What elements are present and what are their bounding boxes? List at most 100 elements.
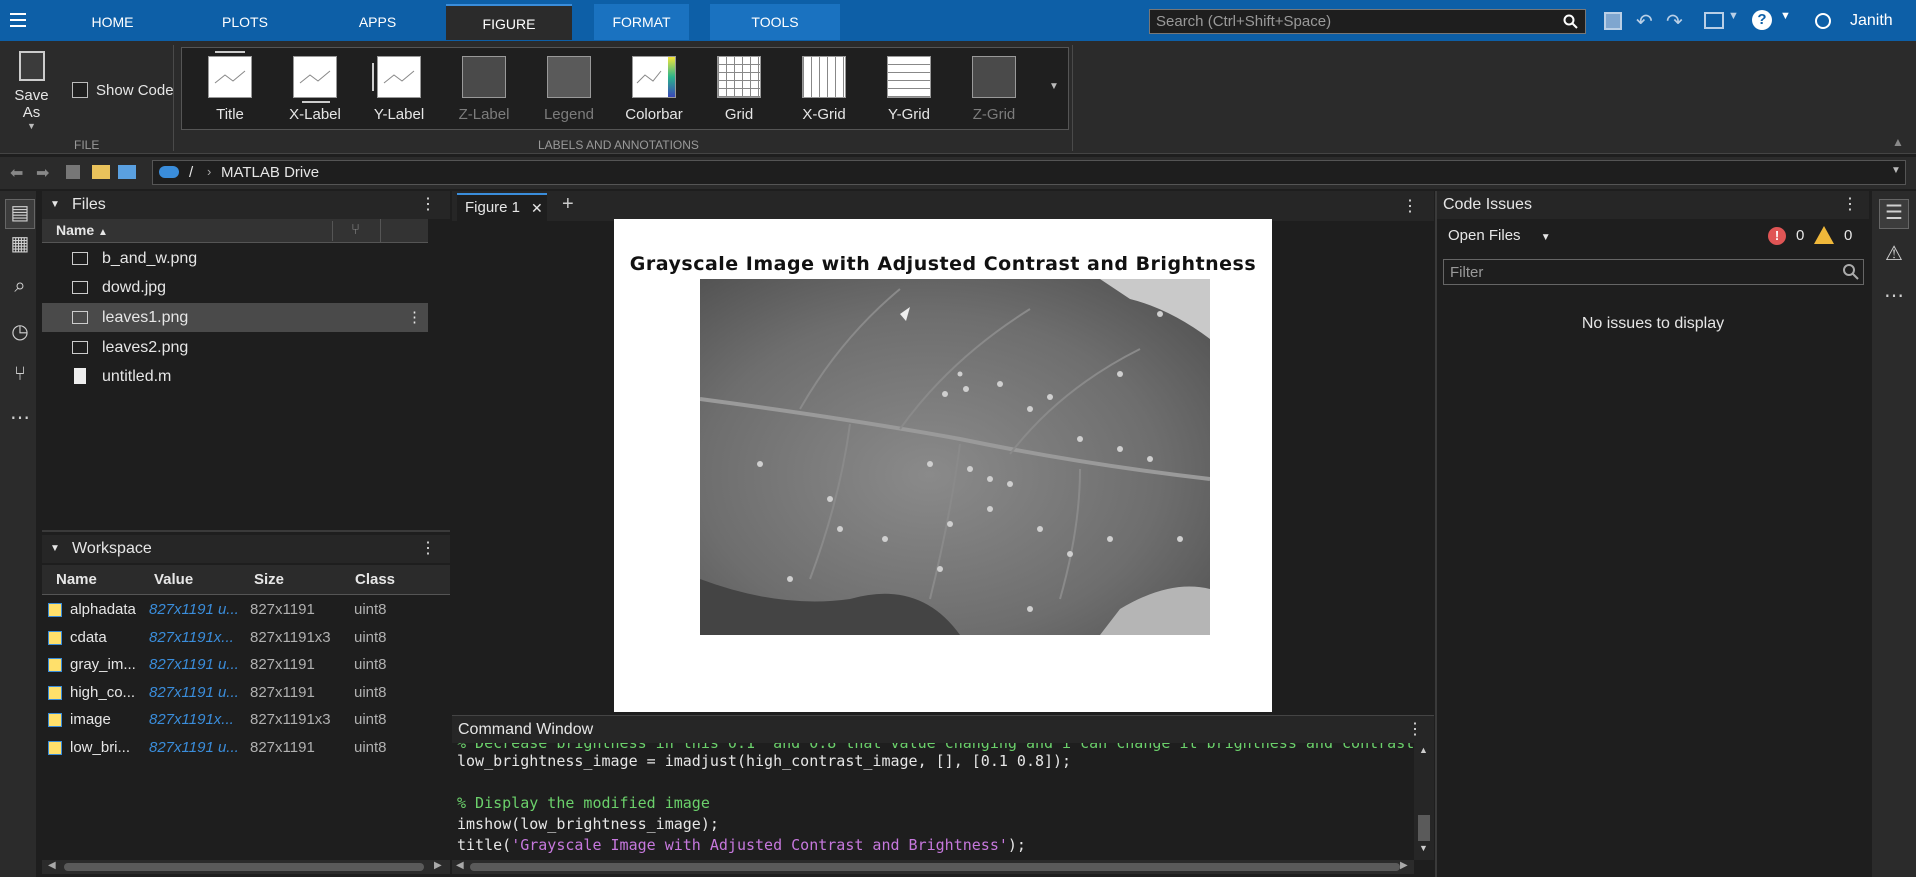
chevron-down-icon[interactable]: ▼	[1891, 165, 1901, 176]
more-icon[interactable]: ⋯	[1879, 283, 1909, 313]
z-grid-button[interactable]: Z-Grid	[952, 56, 1036, 123]
workspace-row[interactable]: image 827x1191x... 827x1191x3 uint8	[42, 706, 450, 734]
panel-menu-icon[interactable]: ⋮	[1407, 716, 1423, 744]
file-item[interactable]: dowd.jpg	[42, 273, 428, 302]
panel-divider[interactable]	[42, 530, 450, 532]
grid-button[interactable]: Grid	[697, 56, 781, 123]
chevron-down-icon[interactable]: ▼	[1728, 10, 1739, 22]
scroll-down-icon[interactable]: ▼	[1419, 843, 1428, 853]
file-item[interactable]: untitled.m	[42, 362, 428, 391]
switch-windows-icon[interactable]	[1704, 12, 1724, 29]
error-icon[interactable]: !	[1768, 227, 1786, 245]
help-icon[interactable]: ?	[1752, 10, 1772, 30]
workspace-hscrollbar[interactable]: ◀ ▶	[42, 860, 450, 874]
file-item[interactable]: b_and_w.png	[42, 244, 428, 273]
scroll-right-icon[interactable]: ▶	[434, 860, 442, 871]
gallery-expand-icon[interactable]: ▼	[1049, 81, 1059, 92]
code-issues-panel-icon[interactable]: ☰	[1879, 199, 1909, 229]
scroll-thumb[interactable]	[470, 863, 1400, 871]
colorbar-button[interactable]: Colorbar	[612, 56, 696, 123]
save-icon[interactable]	[1604, 12, 1622, 30]
workspace-row[interactable]: alphadata 827x1191 u... 827x1191 uint8	[42, 596, 450, 624]
open-files-dropdown[interactable]: Open Files ▼	[1448, 227, 1551, 244]
scroll-left-icon[interactable]: ◀	[48, 860, 56, 871]
y-grid-button[interactable]: Y-Grid	[867, 56, 951, 123]
title-button[interactable]: Title	[188, 51, 272, 123]
file-item[interactable]: leaves2.png	[42, 333, 428, 362]
user-status-icon[interactable]	[1815, 13, 1831, 29]
workspace-row[interactable]: cdata 827x1191x... 827x1191x3 uint8	[42, 624, 450, 652]
workspace-col-name[interactable]: Name	[56, 565, 97, 595]
y-label-button[interactable]: Y-Label	[357, 56, 441, 123]
git-column-icon[interactable]: ⑂	[332, 221, 378, 241]
chevron-down-icon[interactable]: ▼	[1780, 10, 1791, 22]
scroll-right-icon[interactable]: ▶	[1400, 860, 1408, 871]
name-column-header[interactable]: Name ▲	[56, 222, 108, 238]
search-input[interactable]: Search (Ctrl+Shift+Space)	[1149, 9, 1586, 34]
tab-tools[interactable]: TOOLS	[710, 4, 840, 40]
search-files-icon[interactable]: ⌕	[5, 275, 35, 305]
chevron-down-icon[interactable]: ▼	[50, 191, 60, 219]
scroll-up-icon[interactable]: ▲	[1419, 745, 1428, 755]
add-tab-icon[interactable]: +	[562, 193, 574, 216]
search-icon[interactable]	[1842, 263, 1860, 285]
search-icon[interactable]	[1563, 14, 1579, 30]
vertical-divider[interactable]	[1435, 191, 1437, 877]
chevron-down-icon[interactable]: ▼	[50, 535, 60, 563]
figure-window[interactable]: Grayscale Image with Adjusted Contrast a…	[614, 219, 1272, 712]
path-field[interactable]: / › MATLAB Drive ▼	[152, 160, 1906, 185]
open-folder-icon[interactable]	[92, 165, 110, 179]
x-grid-button[interactable]: X-Grid	[782, 56, 866, 123]
tab-plots[interactable]: PLOTS	[200, 4, 290, 40]
scroll-left-icon[interactable]: ◀	[456, 860, 464, 871]
collapse-ribbon-icon[interactable]: ▲	[1892, 135, 1904, 149]
redo-icon[interactable]: ↷	[1666, 9, 1683, 34]
workspace-row[interactable]: gray_im... 827x1191 u... 827x1191 uint8	[42, 651, 450, 679]
workspace-col-class[interactable]: Class	[355, 565, 395, 595]
panel-menu-icon[interactable]: ⋮	[420, 191, 436, 219]
tab-figure[interactable]: FIGURE	[446, 4, 572, 40]
workspace-row[interactable]: high_co... 827x1191 u... 827x1191 uint8	[42, 679, 450, 707]
file-menu-icon[interactable]: ⋮	[407, 303, 422, 332]
workspace-panel-icon[interactable]: ▦	[5, 231, 35, 261]
path-folder[interactable]: MATLAB Drive	[221, 164, 319, 181]
workspace-col-value[interactable]: Value	[154, 565, 193, 595]
plot-title[interactable]: Grayscale Image with Adjusted Contrast a…	[614, 253, 1272, 275]
panel-menu-icon[interactable]: ⋮	[420, 535, 436, 563]
x-label-button[interactable]: X-Label	[273, 56, 357, 123]
save-as-button[interactable]: Save As ▼	[4, 51, 59, 131]
tab-figure-1[interactable]: Figure 1 ✕	[457, 193, 547, 221]
scroll-thumb[interactable]	[64, 863, 424, 871]
warning-icon[interactable]	[1814, 226, 1834, 244]
workspace-row[interactable]: low_bri... 827x1191 u... 827x1191 uint8	[42, 734, 450, 762]
close-icon[interactable]: ✕	[531, 195, 543, 221]
tab-apps[interactable]: APPS	[335, 4, 420, 40]
files-panel-icon[interactable]: ▤	[5, 199, 35, 229]
tab-home[interactable]: HOME	[70, 4, 155, 40]
forward-icon[interactable]: ➡	[36, 163, 49, 183]
more-icon[interactable]: ⋯	[5, 405, 35, 435]
command-history-icon[interactable]: ◷	[5, 319, 35, 349]
filter-input[interactable]: Filter	[1443, 259, 1864, 285]
menu-icon[interactable]	[8, 10, 30, 30]
z-label-button[interactable]: Z-Label	[442, 56, 526, 123]
source-control-icon[interactable]: ⑂	[5, 363, 35, 393]
up-folder-icon[interactable]	[66, 165, 80, 179]
legend-button[interactable]: Legend	[527, 56, 611, 123]
grayscale-leaf-image[interactable]	[700, 279, 1210, 635]
panel-menu-icon[interactable]: ⋮	[1842, 191, 1858, 219]
command-hscrollbar[interactable]: ◀ ▶	[452, 860, 1414, 874]
undo-icon[interactable]: ↶	[1636, 9, 1653, 34]
command-vscrollbar[interactable]: ▲ ▼	[1414, 743, 1434, 860]
panel-menu-icon[interactable]: ⋮	[1402, 196, 1418, 216]
command-window-body[interactable]: % Decrease brightness in this 0.1 and 0.…	[452, 743, 1414, 860]
user-name[interactable]: Janith	[1850, 12, 1893, 30]
show-code-checkbox[interactable]	[72, 82, 88, 98]
document-warning-icon[interactable]: ⚠	[1879, 241, 1909, 271]
browse-folder-icon[interactable]	[118, 165, 136, 179]
workspace-col-size[interactable]: Size	[254, 565, 284, 595]
scroll-thumb[interactable]	[1418, 815, 1430, 841]
back-icon[interactable]: ⬅	[10, 163, 23, 183]
tab-format[interactable]: FORMAT	[594, 4, 689, 40]
path-root[interactable]: /	[189, 164, 193, 181]
